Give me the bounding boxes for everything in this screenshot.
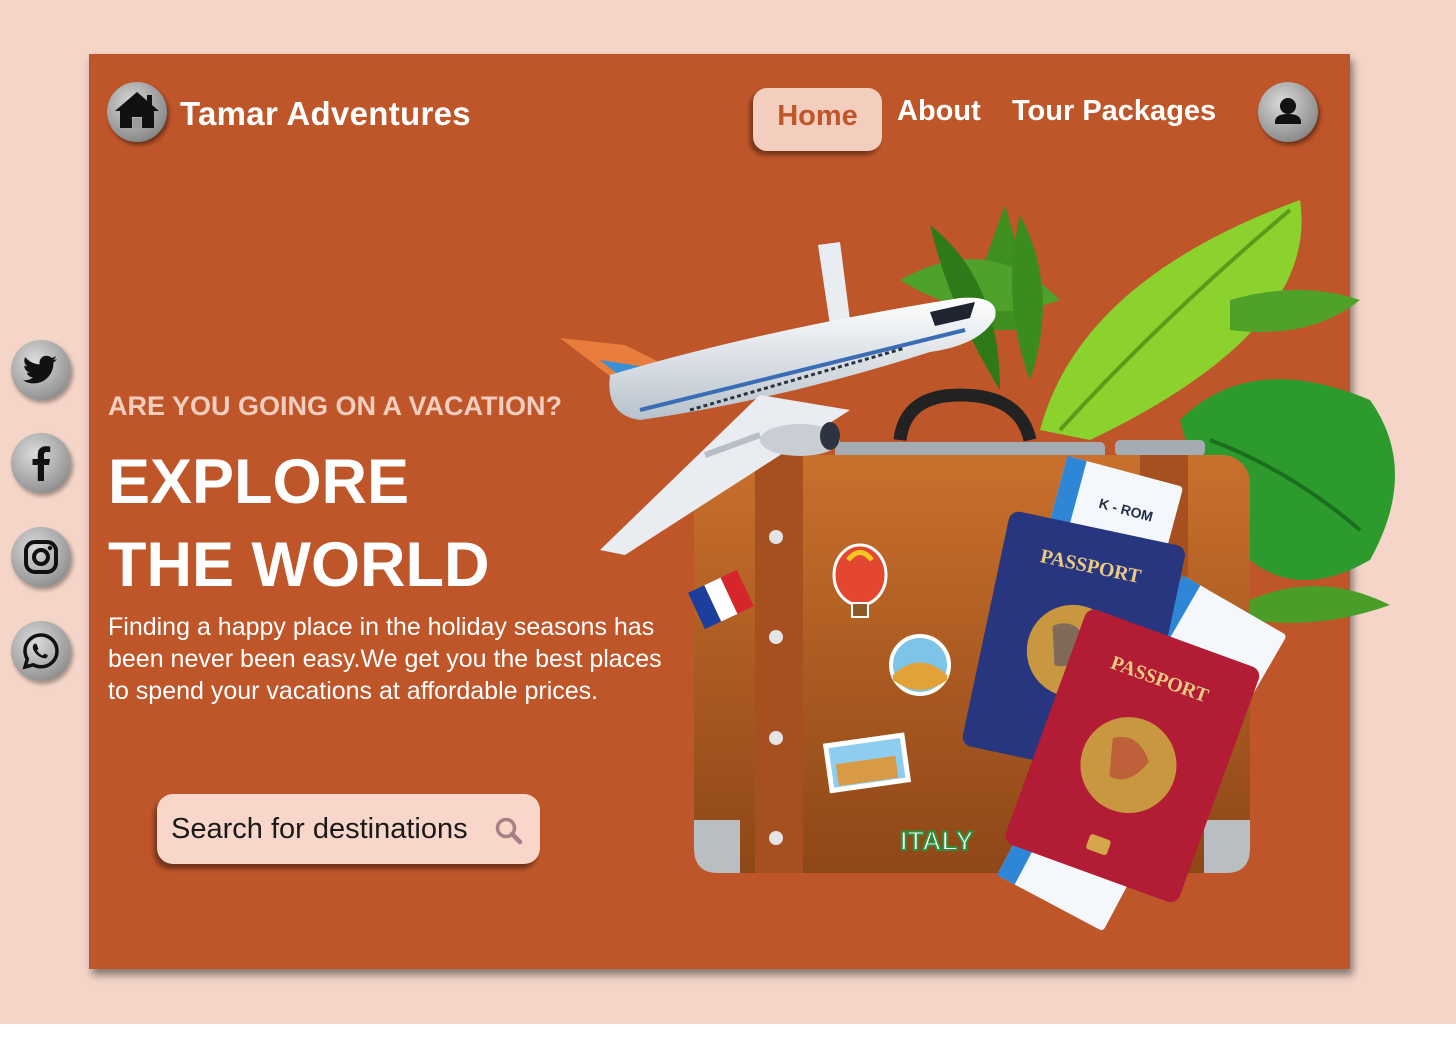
profile-button[interactable] (1258, 82, 1318, 142)
instagram-icon (24, 540, 58, 574)
instagram-button[interactable] (11, 527, 71, 587)
hero-headline-line1: EXPLORE (108, 447, 410, 517)
facebook-button[interactable] (11, 433, 71, 493)
nav-tour-packages[interactable]: Tour Packages (1012, 95, 1216, 128)
brand-name[interactable]: Tamar Adventures (180, 95, 471, 133)
logo-button[interactable] (107, 82, 167, 142)
search-box (157, 794, 540, 864)
whatsapp-button[interactable] (11, 621, 71, 681)
nav-home-label: Home (777, 100, 858, 132)
italy-sticker: ITALY (900, 826, 974, 856)
user-icon (1275, 98, 1301, 124)
whatsapp-icon (22, 633, 59, 670)
facebook-icon (32, 446, 51, 481)
twitter-icon (22, 355, 57, 384)
travel-illustration: ITALY K - ROM PASSPORT PASSPORT (560, 200, 1395, 931)
search-icon[interactable] (494, 816, 524, 846)
hero-eyebrow: ARE YOU GOING ON A VACATION? (108, 391, 563, 421)
home-icon (115, 92, 159, 128)
nav-about[interactable]: About (897, 95, 981, 128)
page-bottom-strip (0, 1024, 1456, 1041)
nav-home[interactable]: Home (753, 88, 882, 151)
hero-headline-line2: THE WORLD (108, 530, 490, 600)
twitter-button[interactable] (11, 340, 71, 400)
search-input[interactable] (171, 806, 491, 852)
